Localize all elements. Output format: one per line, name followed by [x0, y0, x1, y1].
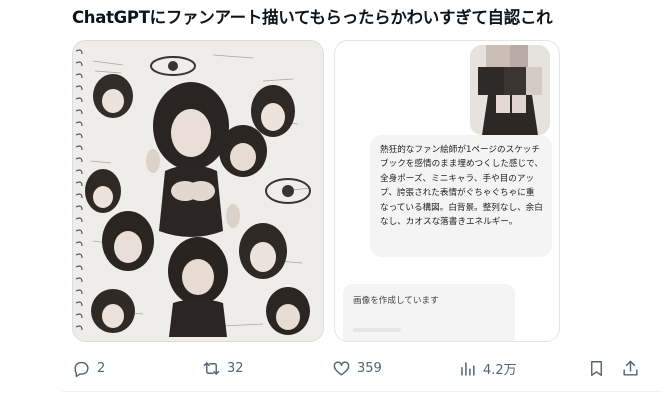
- post-title: ChatGPTにファンアート描いてもらったらかわいすぎて自認これ: [72, 8, 553, 27]
- generation-status-card: 画像を作成しています: [343, 284, 515, 341]
- blurred-photo: [470, 45, 550, 135]
- reply-button[interactable]: 2: [72, 356, 105, 380]
- sketchbook-image[interactable]: [72, 40, 324, 342]
- views-count: 4.2万: [483, 362, 517, 378]
- repost-count: 32: [227, 360, 244, 376]
- views-button[interactable]: 4.2万: [458, 356, 517, 380]
- sketchbook-illustration: [73, 41, 323, 341]
- bookmark-icon: [591, 360, 602, 376]
- reply-icon: [74, 361, 89, 377]
- chat-screenshot: 熱狂的なファン絵師が1ページのスケッチブックを感情のまま埋めつくした感じで、全身…: [334, 40, 560, 342]
- share-button[interactable]: [621, 356, 640, 380]
- views-icon: [461, 361, 475, 376]
- generation-status-text: 画像を作成しています: [353, 296, 439, 306]
- like-count: 359: [357, 360, 382, 376]
- bookmark-button[interactable]: [587, 356, 606, 380]
- like-button[interactable]: 359: [332, 356, 382, 380]
- like-icon: [333, 360, 350, 376]
- post-divider: [62, 391, 662, 392]
- loading-placeholder: [353, 328, 401, 332]
- share-icon: [623, 360, 638, 376]
- post-action-bar: 2 32 359 4.2万: [72, 356, 652, 380]
- prompt-bubble: 熱狂的なファン絵師が1ページのスケッチブックを感情のまま埋めつくした感じで、全身…: [370, 135, 552, 257]
- reply-count: 2: [97, 360, 106, 376]
- repost-icon: [203, 361, 220, 375]
- repost-button[interactable]: 32: [202, 356, 244, 380]
- reference-photo-thumbnail: [470, 45, 550, 135]
